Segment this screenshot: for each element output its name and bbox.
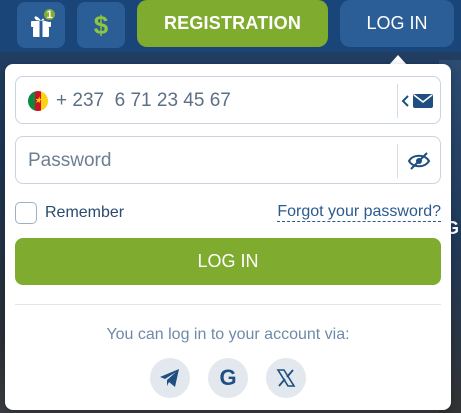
cameroon-flag-icon[interactable]: ★ bbox=[28, 91, 48, 111]
chevron-left-icon bbox=[401, 95, 409, 107]
registration-button[interactable]: REGISTRATION bbox=[137, 0, 328, 47]
eye-hidden-icon[interactable] bbox=[407, 151, 431, 171]
top-bar: 1 $ REGISTRATION LOG IN bbox=[0, 0, 461, 52]
password-input[interactable]: Password bbox=[28, 150, 111, 172]
field-divider bbox=[397, 144, 398, 178]
telegram-icon bbox=[160, 369, 179, 387]
social-login-prompt: You can log in to your account via: bbox=[106, 326, 350, 343]
dollar-icon: $ bbox=[93, 9, 109, 40]
envelope-icon bbox=[413, 94, 433, 108]
remember-option[interactable]: Remember bbox=[15, 202, 124, 224]
phone-input[interactable]: + 237 6 71 23 45 67 bbox=[56, 90, 231, 112]
remember-checkbox[interactable] bbox=[15, 202, 37, 224]
telegram-login-button[interactable] bbox=[150, 358, 190, 398]
forgot-password-link[interactable]: Forgot your password? bbox=[277, 203, 441, 222]
social-login-row: G bbox=[5, 358, 451, 398]
google-login-button[interactable]: G bbox=[208, 358, 248, 398]
remember-label[interactable]: Remember bbox=[45, 204, 124, 222]
google-icon: G bbox=[219, 365, 237, 390]
field-divider bbox=[397, 84, 398, 118]
password-field[interactable]: Password bbox=[15, 136, 441, 184]
gift-count-badge: 1 bbox=[42, 7, 57, 22]
divider bbox=[15, 304, 441, 305]
login-panel: ★ + 237 6 71 23 45 67 Password Remember … bbox=[5, 64, 451, 410]
login-submit-button[interactable]: LOG IN bbox=[15, 238, 441, 285]
x-login-button[interactable] bbox=[266, 358, 306, 398]
login-toggle-button[interactable]: LOG IN bbox=[340, 0, 454, 47]
gift-button[interactable]: 1 bbox=[17, 2, 65, 48]
phone-field[interactable]: ★ + 237 6 71 23 45 67 bbox=[15, 76, 441, 124]
x-icon bbox=[276, 369, 296, 387]
switch-to-email-icon[interactable] bbox=[400, 90, 434, 112]
payments-button[interactable]: $ bbox=[77, 2, 125, 48]
